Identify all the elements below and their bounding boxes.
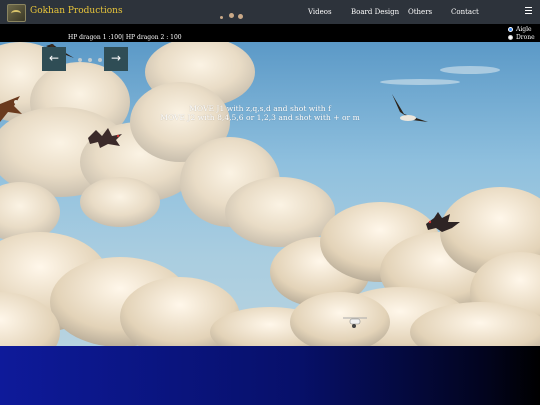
- dragon-2-sprite: [426, 212, 460, 232]
- nav-link-contact[interactable]: Contact: [451, 8, 479, 16]
- cloud-sky-background: [0, 42, 540, 346]
- nav-link-others[interactable]: Others: [408, 8, 432, 16]
- radio-option-aigle[interactable]: Aigle: [508, 25, 535, 33]
- brand-logo[interactable]: [7, 4, 26, 22]
- instructions-line-2: MOVE J2 with 8,4,5,6 or 1,2,3 and shot w…: [160, 113, 360, 122]
- game-canvas[interactable]: [0, 42, 540, 346]
- carousel-next-button[interactable]: →: [104, 47, 128, 71]
- hp-status: HP dragon 1 :100| HP dragon 2 : 100: [68, 34, 182, 41]
- eagle-sprite-left: [0, 96, 22, 122]
- nav-link-board-design[interactable]: Board Design: [351, 8, 399, 16]
- nav-link-videos[interactable]: Videos: [308, 8, 332, 16]
- arrow-right-icon: →: [110, 51, 122, 65]
- controls-instructions: MOVE J1 with z,q,s,d and shot with f MOV…: [150, 104, 370, 122]
- radio-label: Aigle: [516, 25, 532, 33]
- carousel-dot[interactable]: [78, 58, 82, 62]
- arrow-left-icon: ←: [48, 51, 60, 65]
- brand-title[interactable]: Gokhan Productions: [30, 6, 123, 16]
- carousel-dot[interactable]: [88, 58, 92, 62]
- radio-label: Drone: [516, 33, 535, 41]
- aigle-eagle-sprite: [392, 94, 428, 122]
- navbar: Gokhan Productions Videos Board Design O…: [0, 0, 540, 24]
- carousel-prev-button[interactable]: ←: [42, 47, 66, 71]
- drone-sprite: [343, 317, 367, 328]
- footer: [0, 346, 540, 405]
- radio-unselected-icon[interactable]: [508, 34, 513, 40]
- dragon-1-sprite: [88, 128, 122, 148]
- character-selector: Aigle Drone: [508, 25, 535, 41]
- radio-option-drone[interactable]: Drone: [508, 33, 535, 41]
- hamburger-menu-icon[interactable]: [525, 7, 532, 14]
- carousel-dot[interactable]: [98, 58, 102, 62]
- radio-selected-icon[interactable]: [508, 26, 513, 32]
- instructions-line-1: MOVE J1 with z,q,s,d and shot with f: [189, 104, 331, 113]
